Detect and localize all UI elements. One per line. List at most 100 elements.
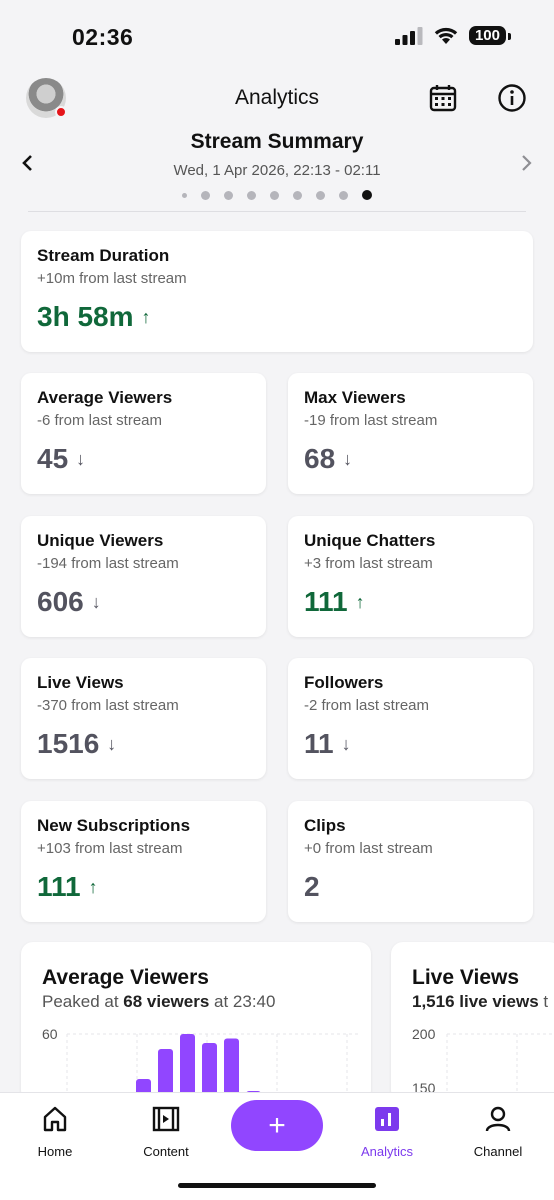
user-icon	[485, 1106, 511, 1132]
status-bar: 02:36 100	[0, 0, 554, 76]
card-title: Unique Chatters	[304, 531, 436, 550]
card-title: Followers	[304, 673, 384, 692]
card-value: 11 ↓	[304, 728, 517, 760]
unique-chatters-card[interactable]: Unique Chatters +3 from last stream 111 …	[288, 516, 533, 637]
card-value: 111 ↑	[304, 586, 517, 618]
live-views-chart-card[interactable]: Live Views 1,516 live views t 200 150	[391, 942, 554, 1102]
info-icon	[498, 84, 526, 112]
value-text: 2	[304, 871, 320, 902]
next-stream-button[interactable]	[515, 152, 539, 178]
card-title: Max Viewers	[304, 388, 406, 407]
nav-label: Analytics	[360, 1144, 414, 1159]
page-dot[interactable]	[270, 190, 279, 200]
live-views-chart	[446, 1033, 554, 1102]
average-viewers-card[interactable]: Average Viewers -6 from last stream 45 ↓	[21, 373, 266, 494]
cellular-signal-icon	[394, 26, 423, 45]
card-value: 111 ↑	[37, 871, 250, 903]
average-viewers-chart	[66, 1033, 361, 1102]
card-value: 606 ↓	[37, 586, 250, 618]
value-text: 11	[304, 728, 334, 759]
card-delta: +10m from last stream	[37, 270, 187, 287]
card-delta: +103 from last stream	[37, 840, 183, 857]
stream-duration-card[interactable]: Stream Duration +10m from last stream 3h…	[21, 231, 533, 352]
card-value: 3h 58m ↑	[37, 301, 517, 333]
trend-arrow-icon: ↑	[141, 306, 151, 327]
card-delta: +0 from last stream	[304, 840, 433, 857]
trend-arrow-icon: ↑	[88, 876, 98, 897]
card-value: 45 ↓	[37, 443, 250, 475]
page-title: Analytics	[234, 86, 320, 109]
status-time: 02:36	[72, 24, 134, 50]
battery-indicator: 100	[468, 26, 512, 45]
card-delta: -6 from last stream	[37, 412, 163, 429]
page-dot[interactable]	[339, 190, 348, 200]
home-icon	[43, 1106, 67, 1132]
unique-viewers-card[interactable]: Unique Viewers -194 from last stream 606…	[21, 516, 266, 637]
nav-content[interactable]: Content	[121, 1105, 211, 1159]
card-delta: -19 from last stream	[304, 412, 438, 429]
video-clapper-icon	[152, 1106, 180, 1132]
value-text: 68	[304, 443, 336, 474]
value-text: 111	[304, 586, 348, 617]
new-subscriptions-card[interactable]: New Subscriptions +103 from last stream …	[21, 801, 266, 922]
value-text: 606	[37, 586, 84, 617]
trend-arrow-icon: ↓	[107, 733, 117, 754]
card-delta: -194 from last stream	[37, 555, 179, 572]
nav-label: Channel	[473, 1144, 523, 1159]
card-title: Stream Duration	[37, 246, 170, 265]
page-dot[interactable]	[224, 190, 233, 200]
followers-card[interactable]: Followers -2 from last stream 11 ↓	[288, 658, 533, 779]
nav-label: Content	[143, 1144, 189, 1159]
calendar-icon	[429, 85, 457, 112]
card-title: Live Views	[37, 673, 124, 692]
value-text: 1516	[37, 728, 100, 759]
trend-arrow-icon: ↓	[343, 448, 353, 469]
card-title: Unique Viewers	[37, 531, 164, 550]
page-dot[interactable]	[316, 190, 325, 200]
summary-title: Stream Summary	[190, 130, 364, 153]
previous-stream-button[interactable]	[15, 152, 39, 178]
nav-label: Home	[37, 1144, 73, 1159]
value-text: 3h 58m	[37, 301, 134, 332]
trend-arrow-icon: ↑	[355, 591, 365, 612]
trend-arrow-icon: ↓	[76, 448, 86, 469]
home-indicator	[178, 1183, 376, 1188]
card-title: New Subscriptions	[37, 816, 191, 835]
value-text: 45	[37, 443, 69, 474]
card-value: 1516 ↓	[37, 728, 250, 760]
card-title: Average Viewers	[37, 388, 173, 407]
trend-arrow-icon: ↓	[341, 733, 351, 754]
page-dot[interactable]	[247, 190, 256, 200]
card-value: 2	[304, 871, 517, 903]
value-text: 111	[37, 871, 81, 902]
average-viewers-chart-card[interactable]: Average Viewers Peaked at 68 viewers at …	[21, 942, 371, 1102]
nav-analytics[interactable]: Analytics	[342, 1105, 432, 1159]
wifi-icon	[434, 27, 458, 44]
info-button[interactable]	[496, 82, 528, 114]
max-viewers-card[interactable]: Max Viewers -19 from last stream 68 ↓	[288, 373, 533, 494]
card-delta: +3 from last stream	[304, 555, 433, 572]
page-dots	[0, 190, 554, 200]
trend-arrow-icon: ↓	[91, 591, 101, 612]
nav-channel[interactable]: Channel	[453, 1105, 543, 1159]
page-dot[interactable]	[293, 190, 302, 200]
divider	[28, 211, 526, 212]
live-views-card[interactable]: Live Views -370 from last stream 1516 ↓	[21, 658, 266, 779]
page-dot[interactable]	[182, 192, 187, 198]
card-delta: -2 from last stream	[304, 697, 430, 714]
chevron-left-icon	[22, 155, 32, 171]
clips-card[interactable]: Clips +0 from last stream 2	[288, 801, 533, 922]
page-dot[interactable]	[201, 190, 210, 200]
status-icons: 100	[394, 26, 512, 45]
card-value: 68 ↓	[304, 443, 517, 475]
page-dot-active[interactable]	[362, 190, 372, 200]
app-header: Analytics	[0, 76, 554, 120]
summary-date: Wed, 1 Apr 2026, 22:13 - 02:11	[173, 162, 381, 179]
create-button[interactable]: +	[231, 1100, 323, 1151]
card-title: Clips	[304, 816, 346, 835]
nav-home[interactable]: Home	[10, 1105, 100, 1159]
analytics-chart-icon	[375, 1107, 399, 1131]
calendar-button[interactable]	[427, 82, 459, 114]
stream-summary: Stream Summary Wed, 1 Apr 2026, 22:13 - …	[0, 126, 554, 212]
card-delta: -370 from last stream	[37, 697, 179, 714]
